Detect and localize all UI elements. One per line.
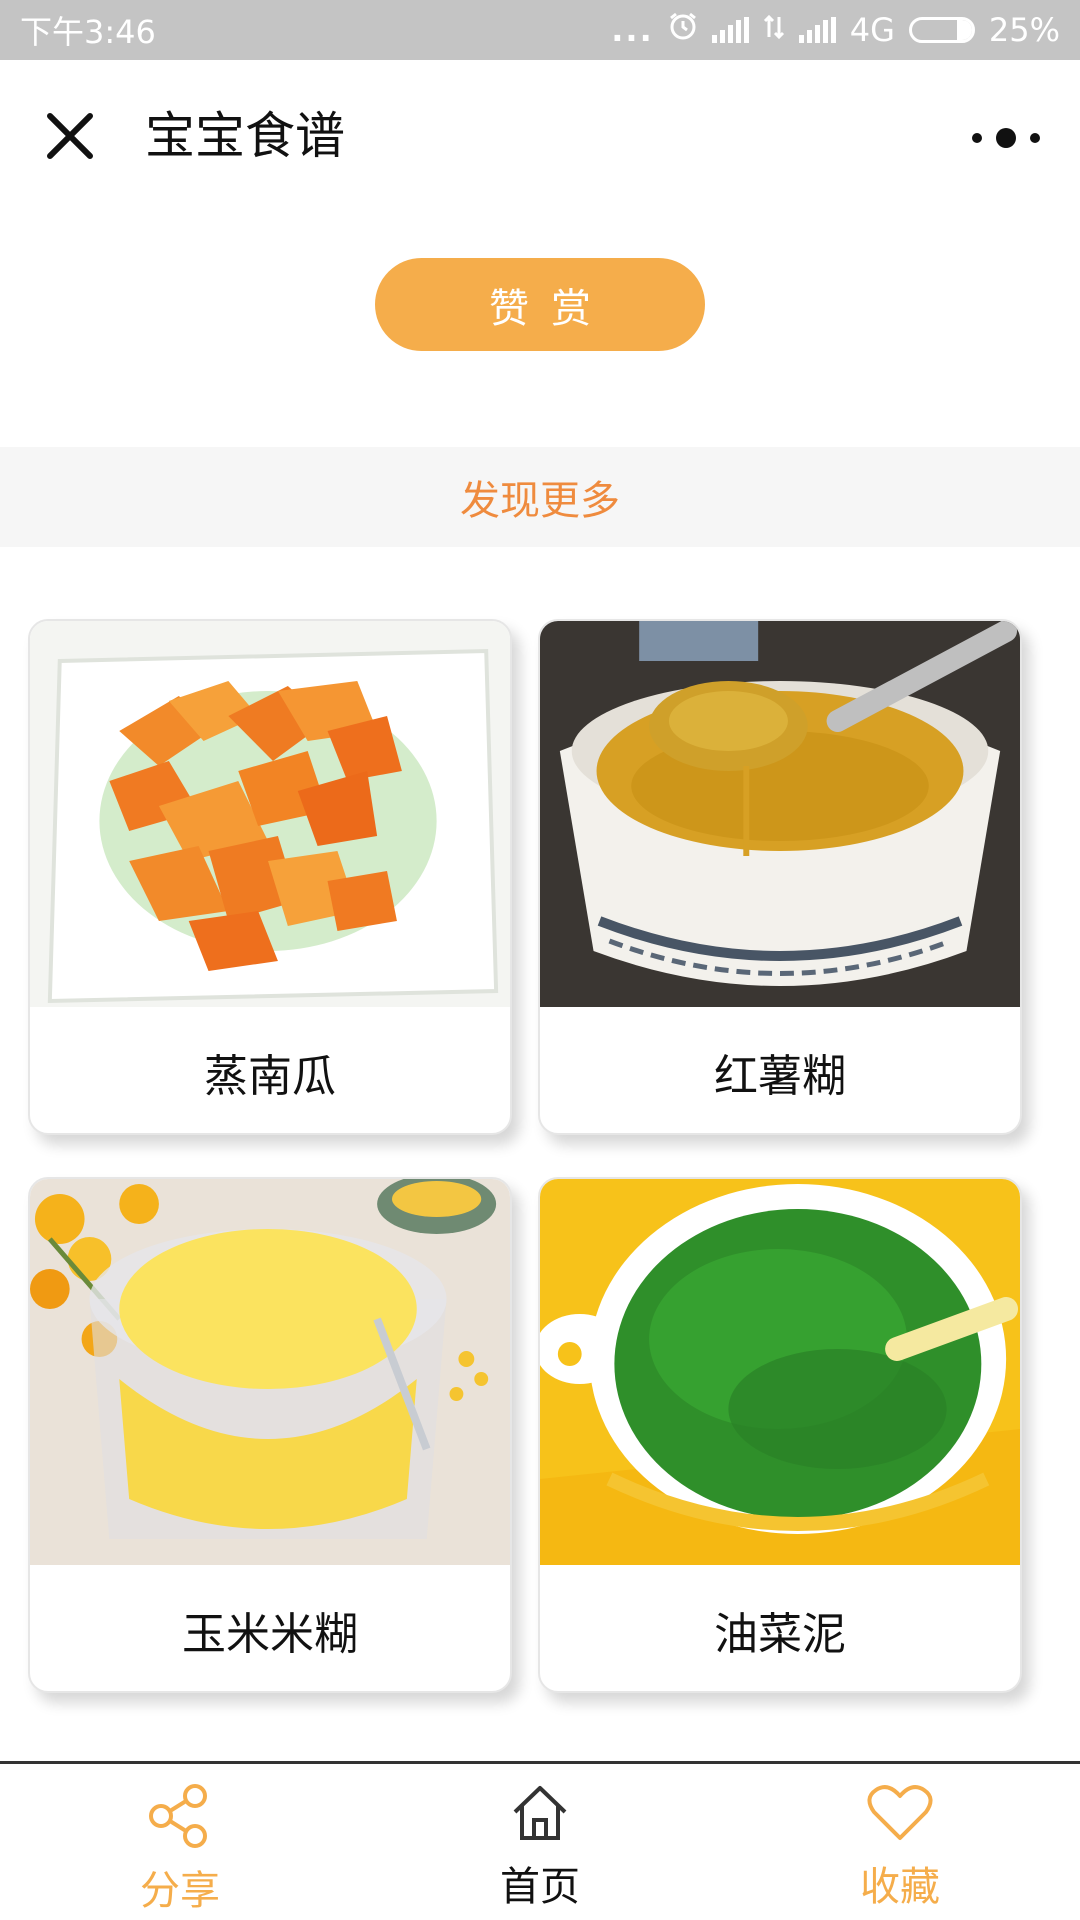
reward-button[interactable]: 赞赏 (375, 258, 705, 351)
recipe-image-pumpkin (30, 621, 510, 1007)
recipe-card-4[interactable]: 油菜泥 (538, 1177, 1022, 1693)
status-time: 下午3:46 (20, 13, 156, 51)
close-icon (47, 113, 93, 159)
battery-percent: 25% (988, 11, 1060, 49)
recipe-name: 蒸南瓜 (204, 1051, 336, 1102)
signal-icon-2 (798, 17, 836, 43)
recipe-image-greens-puree (540, 1179, 1020, 1565)
discover-more-label: 发现更多 (460, 478, 620, 524)
alarm-icon (668, 11, 698, 49)
recipe-card-1[interactable]: 蒸南瓜 (28, 619, 512, 1135)
more-icon-center (996, 128, 1016, 148)
heart-icon (867, 1785, 933, 1840)
recipe-name: 玉米米糊 (182, 1609, 358, 1660)
more-notifications-indicator: ... (611, 11, 654, 49)
tab-share-label: 分享 (140, 1868, 220, 1914)
tab-home[interactable]: 首页 (440, 1764, 640, 1920)
tab-share[interactable]: 分享 (80, 1764, 280, 1920)
network-type: 4G (849, 11, 895, 49)
nav-bar: 宝宝食谱 (0, 60, 1080, 208)
status-bar: 下午3:46 ... 4G 25% (0, 0, 1080, 60)
signal-icon (711, 17, 749, 43)
tab-favorite[interactable]: 收藏 (800, 1764, 1000, 1920)
home-icon (513, 1786, 567, 1840)
more-icon-right (1030, 133, 1040, 143)
recipe-image-corn-paste (30, 1179, 510, 1565)
close-button[interactable] (40, 106, 100, 166)
recipe-name: 红薯糊 (714, 1051, 846, 1102)
bottom-tab-bar: 分享 首页 收藏 (0, 1761, 1080, 1920)
tab-home-label: 首页 (500, 1864, 580, 1910)
data-transfer-icon (763, 11, 785, 49)
recipe-card-2[interactable]: 红薯糊 (538, 619, 1022, 1135)
discover-more-bar[interactable]: 发现更多 (0, 447, 1080, 547)
tab-favorite-label: 收藏 (860, 1864, 940, 1910)
page-title: 宝宝食谱 (145, 107, 345, 165)
recipe-image-sweet-potato-paste (540, 621, 1020, 1007)
recipe-name: 油菜泥 (714, 1609, 846, 1660)
more-icon (972, 133, 982, 143)
recipe-card-3[interactable]: 玉米米糊 (28, 1177, 512, 1693)
share-icon (149, 1784, 207, 1848)
battery-icon (908, 17, 975, 43)
more-options-button[interactable] (972, 118, 1040, 158)
